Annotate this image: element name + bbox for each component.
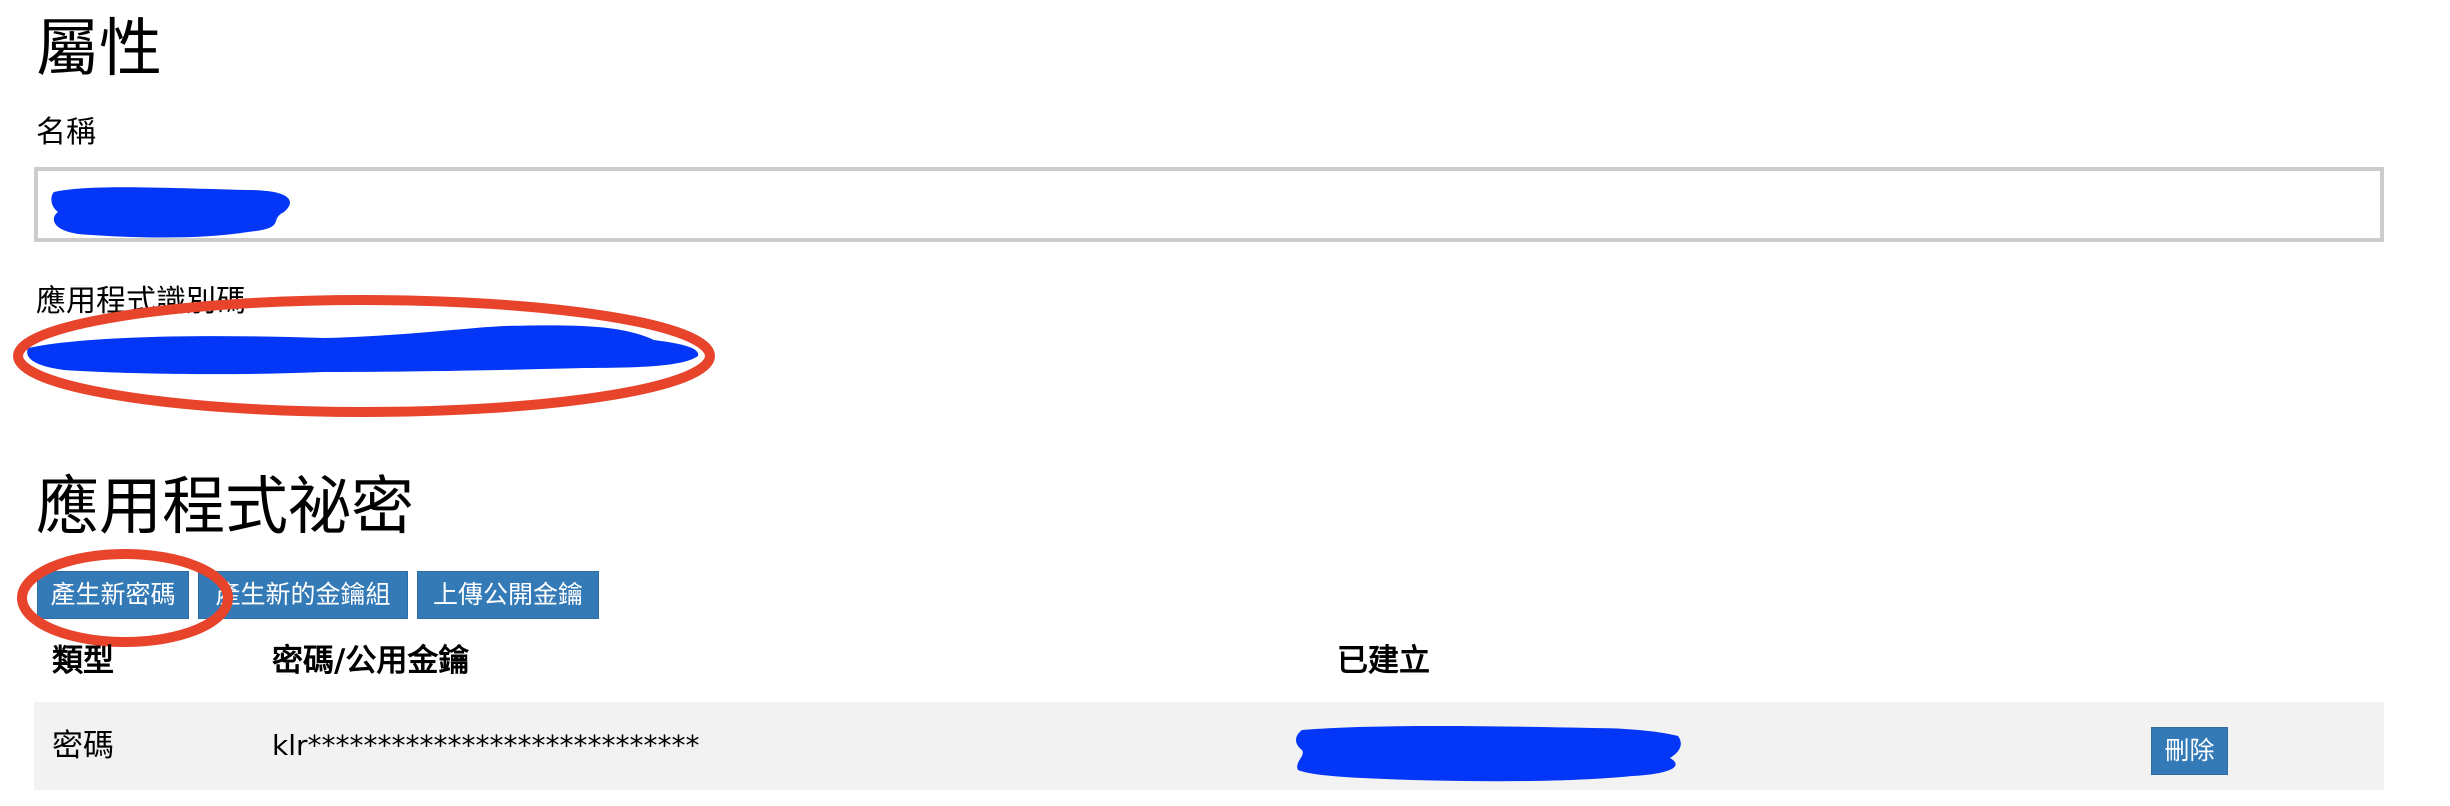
properties-heading: 屬性 bbox=[36, 12, 162, 85]
name-redaction bbox=[51, 187, 290, 238]
name-input[interactable] bbox=[34, 167, 2384, 242]
column-header-type: 類型 bbox=[52, 643, 114, 679]
app-id-redaction bbox=[27, 325, 699, 375]
row-type-cell: 密碼 bbox=[52, 728, 114, 764]
created-date-redaction bbox=[1296, 726, 1681, 782]
row-secret-cell: klr**************************** bbox=[272, 729, 700, 762]
app-properties-page: 屬性 名稱 應用程式識別碼 應用程式祕密 產生新密碼 產生新的金鑰組 上傳公開金… bbox=[0, 0, 2450, 806]
column-header-created: 已建立 bbox=[1337, 643, 1430, 679]
column-header-secret: 密碼/公用金鑰 bbox=[272, 643, 470, 679]
delete-secret-button[interactable]: 刪除 bbox=[2151, 727, 2228, 775]
secrets-heading: 應用程式祕密 bbox=[36, 470, 414, 543]
name-label: 名稱 bbox=[36, 115, 96, 150]
generate-new-key-pair-button[interactable]: 產生新的金鑰組 bbox=[198, 571, 408, 619]
generate-new-password-button[interactable]: 產生新密碼 bbox=[37, 571, 189, 619]
upload-public-key-button[interactable]: 上傳公開金鑰 bbox=[417, 571, 599, 619]
app-id-label: 應用程式識別碼 bbox=[36, 284, 246, 319]
